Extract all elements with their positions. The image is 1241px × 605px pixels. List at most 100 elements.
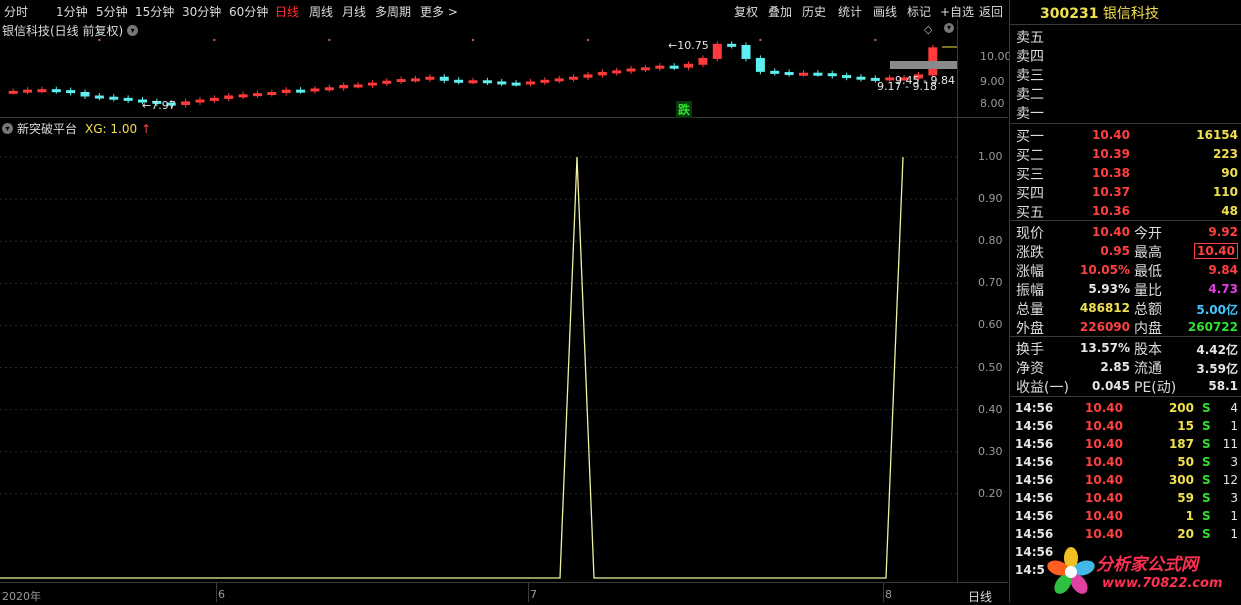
stat-value: 10.05% [1080, 263, 1130, 277]
mark-button[interactable]: 标记 [907, 3, 931, 20]
stat-label: 最高 [1134, 245, 1162, 261]
tab-1min[interactable]: 1分钟 [56, 3, 88, 20]
buy-row[interactable]: 买二 10.39 223 [1010, 145, 1241, 164]
tick-side: S [1202, 419, 1211, 433]
tab-monthly[interactable]: 月线 [342, 3, 366, 20]
candlestick [511, 80, 521, 87]
tab-60min[interactable]: 60分钟 [229, 3, 268, 20]
stat-value: 5.93% [1088, 282, 1130, 296]
x-axis-line [0, 582, 1008, 583]
buy-row[interactable]: 买四 10.37 110 [1010, 183, 1241, 202]
stat-label: 今开 [1134, 226, 1162, 242]
buy-volume: 223 [1212, 147, 1238, 161]
draw-line-button[interactable]: 画线 [873, 3, 897, 20]
flower-logo-icon [1047, 547, 1095, 594]
watermark-logo: 分析家公式网 www.70822.com [1040, 540, 1240, 602]
candlestick [66, 87, 76, 96]
candlestick [770, 68, 780, 76]
candlestick [439, 74, 449, 84]
candlestick [252, 90, 262, 98]
price-tick-9: 9.00 [980, 75, 1005, 88]
tick-price: 10.40 [1085, 455, 1123, 469]
history-button[interactable]: 历史 [802, 3, 826, 20]
buy-row[interactable]: 买五 10.36 48 [1010, 202, 1241, 221]
candlestick [482, 77, 492, 85]
x-divider [883, 582, 884, 602]
tick-volume: 300 [1168, 473, 1194, 487]
stat-row: 总量 486812 总额 5.00亿 [1010, 299, 1241, 318]
tick-count: 3 [1230, 491, 1238, 505]
tick-row: 14:56 10.40 59 S 3 [1010, 490, 1241, 508]
candlestick [741, 42, 751, 62]
candlestick [23, 87, 33, 95]
marker-dot [471, 38, 475, 42]
stat-row: 涨幅 10.05% 最低 9.84 [1010, 261, 1241, 280]
overlay-button[interactable]: 叠加 [768, 3, 792, 20]
tick-side: S [1202, 473, 1211, 487]
tick-volume: 59 [1177, 491, 1194, 505]
back-button[interactable]: 返回 [979, 3, 1003, 20]
tick-time: 14:56 [1015, 455, 1054, 469]
stat-label: 涨跌 [1016, 245, 1044, 261]
candlestick [382, 78, 392, 87]
buy-price: 10.40 [1092, 128, 1130, 142]
divider [1010, 396, 1241, 397]
tab-30min[interactable]: 30分钟 [182, 3, 221, 20]
tab-weekly[interactable]: 周线 [309, 3, 333, 20]
restore-rights-button[interactable]: 复权 [734, 3, 758, 20]
divider [1010, 24, 1241, 25]
candlestick [626, 66, 636, 74]
fundamental-value: 58.1 [1208, 379, 1238, 393]
statistics-button[interactable]: 统计 [838, 3, 862, 20]
candlestick [856, 74, 866, 82]
candlestick [669, 63, 679, 71]
tick-time: 14:56 [1015, 437, 1054, 451]
fundamental-value: 2.85 [1100, 360, 1130, 374]
tick-price: 10.40 [1085, 401, 1123, 415]
tick-side: S [1202, 437, 1211, 451]
stat-row: 振幅 5.93% 量比 4.73 [1010, 280, 1241, 299]
indicator-y-tick: 0.60 [978, 318, 1003, 332]
tab-5min[interactable]: 5分钟 [96, 3, 128, 20]
divider [1010, 123, 1241, 124]
candlestick [583, 71, 593, 81]
stat-value: 9.84 [1208, 263, 1238, 277]
watermark-url: www.70822.com [1102, 576, 1223, 591]
chart-area: 银信科技(日线 前复权) ▾ ◇ ▾ ←10.75 ←7.97 9.45 - 9… [0, 20, 1012, 605]
tab-multi-period[interactable]: 多周期 [375, 3, 411, 20]
buy-volume: 90 [1221, 166, 1238, 180]
buy-row[interactable]: 买一 10.40 16154 [1010, 126, 1241, 145]
buy-level-label: 买一 [1016, 129, 1044, 145]
tab-more[interactable]: 更多 > [420, 3, 458, 20]
tab-15min[interactable]: 15分钟 [135, 3, 174, 20]
price-tick-10: 10.00 [980, 50, 1012, 63]
candlestick [281, 87, 291, 96]
indicator-line-chart [0, 156, 957, 579]
add-watchlist-button[interactable]: +自选 [940, 3, 974, 20]
candlestick [109, 94, 119, 102]
tick-count: 3 [1230, 455, 1238, 469]
tick-price: 10.40 [1085, 509, 1123, 523]
tab-minute[interactable]: 分时 [4, 3, 28, 20]
candlestick [640, 64, 650, 72]
candlestick [425, 74, 435, 82]
candlestick [698, 55, 708, 68]
stat-label: 外盘 [1016, 321, 1044, 337]
buy-price: 10.39 [1092, 147, 1130, 161]
candlestick [842, 72, 852, 81]
buy-level-label: 买三 [1016, 167, 1044, 183]
sell-level-label: 卖二 [1016, 87, 1044, 103]
tick-row: 14:56 10.40 187 S 11 [1010, 436, 1241, 454]
marker-dot [213, 38, 216, 42]
tick-side: S [1202, 491, 1211, 505]
buy-row[interactable]: 买三 10.38 90 [1010, 164, 1241, 183]
candlestick [684, 61, 694, 71]
fundamental-label: 收益(一) [1016, 380, 1069, 396]
candlestick [798, 70, 808, 77]
period-indicator[interactable]: 日线 [968, 588, 992, 605]
indicator-y-tick: 0.40 [978, 402, 1003, 416]
tab-daily[interactable]: 日线 [275, 3, 299, 20]
marker-dot [586, 38, 590, 42]
candlestick [396, 76, 406, 85]
buy-level-label: 买二 [1016, 148, 1044, 164]
